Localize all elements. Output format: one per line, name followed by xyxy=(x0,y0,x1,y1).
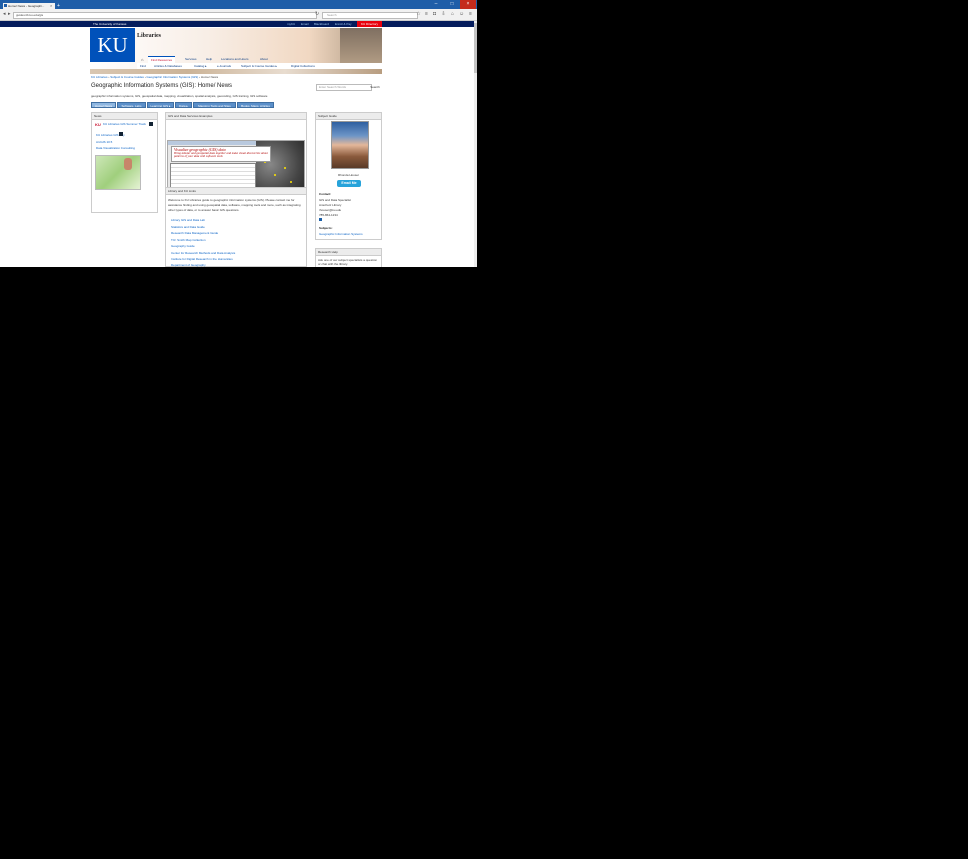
tab-data[interactable]: Data ▸ xyxy=(175,102,192,108)
home-nav-icon[interactable]: ⌂ xyxy=(141,57,143,62)
map-point xyxy=(274,174,276,176)
top-link-enroll[interactable]: Enroll & Pay xyxy=(335,21,352,27)
nav-about[interactable]: About xyxy=(260,56,268,62)
nav-locations-hours[interactable]: Locations and Hours xyxy=(221,56,249,62)
browser-toolbar: ◂ ▸ guides.lib.ku.edu/gis ↻ Search ☆ ≡ ◘… xyxy=(0,9,477,21)
library-intro: Welcome to KU Libraries guide to geograp… xyxy=(168,198,301,212)
news-box: News KU KU Libraries GIS Summer Track KU… xyxy=(91,112,158,213)
library-link[interactable]: Library GIS and Data Lab xyxy=(171,218,205,222)
library-link[interactable]: Geography Guide xyxy=(171,244,195,248)
callout-text: Bring tabular and geospatial data togeth… xyxy=(174,151,268,158)
breadcrumb-item[interactable]: KU Libraries xyxy=(91,75,108,79)
guide-search-input[interactable]: Enter Search Words xyxy=(316,84,372,91)
downloads-icon[interactable]: ⇩ xyxy=(441,12,446,17)
tab-home-news[interactable]: Home/ News xyxy=(91,102,116,108)
contact-line: GIS and Data Specialist xyxy=(319,198,351,202)
breadcrumb-item[interactable]: Subject & Course Guides xyxy=(110,75,144,79)
research-help-text: Ask one of our subject specialists a que… xyxy=(318,258,378,266)
address-bar[interactable]: guides.lib.ku.edu/gis xyxy=(13,12,317,19)
email-me-button[interactable]: Email Me xyxy=(337,180,361,187)
page-scrollbar[interactable] xyxy=(474,21,477,267)
social-icon[interactable] xyxy=(319,218,322,221)
university-bar: The University of Kansas myKU Email Blac… xyxy=(0,21,474,27)
library-link[interactable]: T.R. Smith Map Collection xyxy=(171,238,206,242)
contact-label: Contact: xyxy=(319,192,332,196)
reading-list-icon[interactable]: ≡ xyxy=(424,12,429,17)
library-link[interactable]: Statistics and Data Guide xyxy=(171,225,205,229)
breadcrumb: KU Libraries › Subject & Course Guides ›… xyxy=(91,75,219,79)
library-link[interactable]: Institute for Digital Research in the Hu… xyxy=(171,257,233,261)
visualize-callout: Visualize geographic (GIS) data Bring ta… xyxy=(171,146,271,162)
subject-guide-title: Subject Guide xyxy=(316,113,381,120)
pocket-icon[interactable]: ◘ xyxy=(432,12,437,17)
subjects-link[interactable]: Geographic Information Systems xyxy=(319,232,363,236)
library-box-title: Library and KU Links xyxy=(166,188,306,195)
libraries-title[interactable]: Libraries xyxy=(137,33,161,39)
librarian-photo xyxy=(331,121,369,169)
news-item[interactable]: KU Libraries GIS Summer Track xyxy=(103,122,146,126)
nav-help[interactable]: Help xyxy=(206,56,212,62)
tab-books-maps[interactable]: Books, Maps, Articles xyxy=(237,102,274,108)
reload-icon[interactable]: ↻ xyxy=(315,11,319,18)
examples-box-title: GIS and Data Services Examples xyxy=(166,113,306,120)
scrollbar-thumb[interactable] xyxy=(474,23,477,73)
contact-line: 785-864-1234 xyxy=(319,213,338,217)
ku-logo[interactable]: KU xyxy=(90,28,135,62)
site-banner: KU Libraries ⌂ Find Resources Services H… xyxy=(90,28,382,74)
contact-email[interactable]: rhouser@ku.edu xyxy=(319,208,341,212)
top-link-blackboard[interactable]: Blackboard xyxy=(314,21,329,27)
news-thumbnail-image[interactable] xyxy=(95,155,141,190)
research-help-title: Research Help xyxy=(316,249,381,256)
sync-icon[interactable]: ☺ xyxy=(459,12,464,17)
favicon-icon xyxy=(4,4,7,7)
browser-window: Home/ News - Geographi... × + – □ × ◂ ▸ … xyxy=(0,0,477,267)
gis-track-logo-icon: KU xyxy=(95,122,101,127)
breadcrumb-current: Home/ News xyxy=(200,75,219,79)
banner-image-strip xyxy=(90,69,382,74)
top-link-email[interactable]: Email xyxy=(301,21,309,27)
library-link[interactable]: Center for Research Methods and Data Ana… xyxy=(171,251,235,255)
subjects-label: Subjects: xyxy=(319,226,333,230)
top-link-myku[interactable]: myKU xyxy=(287,21,295,27)
ku-directory-button[interactable]: KU Directory xyxy=(357,21,382,27)
librarian-name: Rhonda Houser xyxy=(337,173,359,177)
research-help-box: Research Help Ask one of our subject spe… xyxy=(315,248,382,267)
guide-search-button[interactable]: Search xyxy=(369,84,381,90)
tab-software-labs[interactable]: Software, Labs xyxy=(117,102,146,108)
library-link[interactable]: Department of Geography xyxy=(171,263,206,267)
minimize-icon[interactable]: – xyxy=(428,0,444,9)
maximize-icon[interactable]: □ xyxy=(444,0,460,9)
browser-search-input[interactable]: Search xyxy=(322,12,418,19)
tab-mapping-tools[interactable]: Mapping Tools and Sites xyxy=(193,102,236,108)
tab-title: Home/ News - Geographi... xyxy=(8,4,45,8)
library-links-box: Library and KU Links Welcome to KU Libra… xyxy=(165,187,307,267)
nav-services[interactable]: Services xyxy=(185,56,197,62)
back-icon[interactable]: ◂ xyxy=(3,11,6,18)
map-point xyxy=(284,167,286,169)
forward-icon[interactable]: ▸ xyxy=(8,11,11,18)
thumbnail-person xyxy=(124,158,132,170)
map-point xyxy=(290,181,292,183)
web-page: The University of Kansas myKU Email Blac… xyxy=(0,21,474,267)
bookmark-star-icon[interactable]: ☆ xyxy=(416,12,421,17)
news-item[interactable]: Data Visualization Consulting xyxy=(96,146,135,150)
breadcrumb-item[interactable]: Geographic Information Systems (GIS) xyxy=(147,75,199,79)
guide-description: geographic information systems, GIS, geo… xyxy=(91,94,268,98)
new-badge-icon xyxy=(149,122,153,126)
menu-icon[interactable]: ≡ xyxy=(468,12,473,17)
library-link[interactable]: Research Data Management Guide xyxy=(171,231,218,235)
news-box-title: News xyxy=(92,113,157,120)
close-window-icon[interactable]: × xyxy=(460,0,476,9)
page-title: Geographic Information Systems (GIS): Ho… xyxy=(91,83,233,89)
university-name[interactable]: The University of Kansas xyxy=(93,21,126,27)
title-bar: Home/ News - Geographi... × + – □ × xyxy=(0,0,477,9)
new-badge-icon xyxy=(119,132,123,136)
home-icon[interactable]: ⌂ xyxy=(450,12,455,17)
tab-learning-gis[interactable]: Learning GIS ▸ xyxy=(147,102,174,108)
nav-find-resources[interactable]: Find Resources xyxy=(148,56,176,63)
subject-guide-box: Subject Guide Rhonda Houser Email Me Con… xyxy=(315,112,382,240)
contact-line: Anschutz Library xyxy=(319,203,342,207)
news-item[interactable]: ArcGIS 10.5 xyxy=(96,140,112,144)
